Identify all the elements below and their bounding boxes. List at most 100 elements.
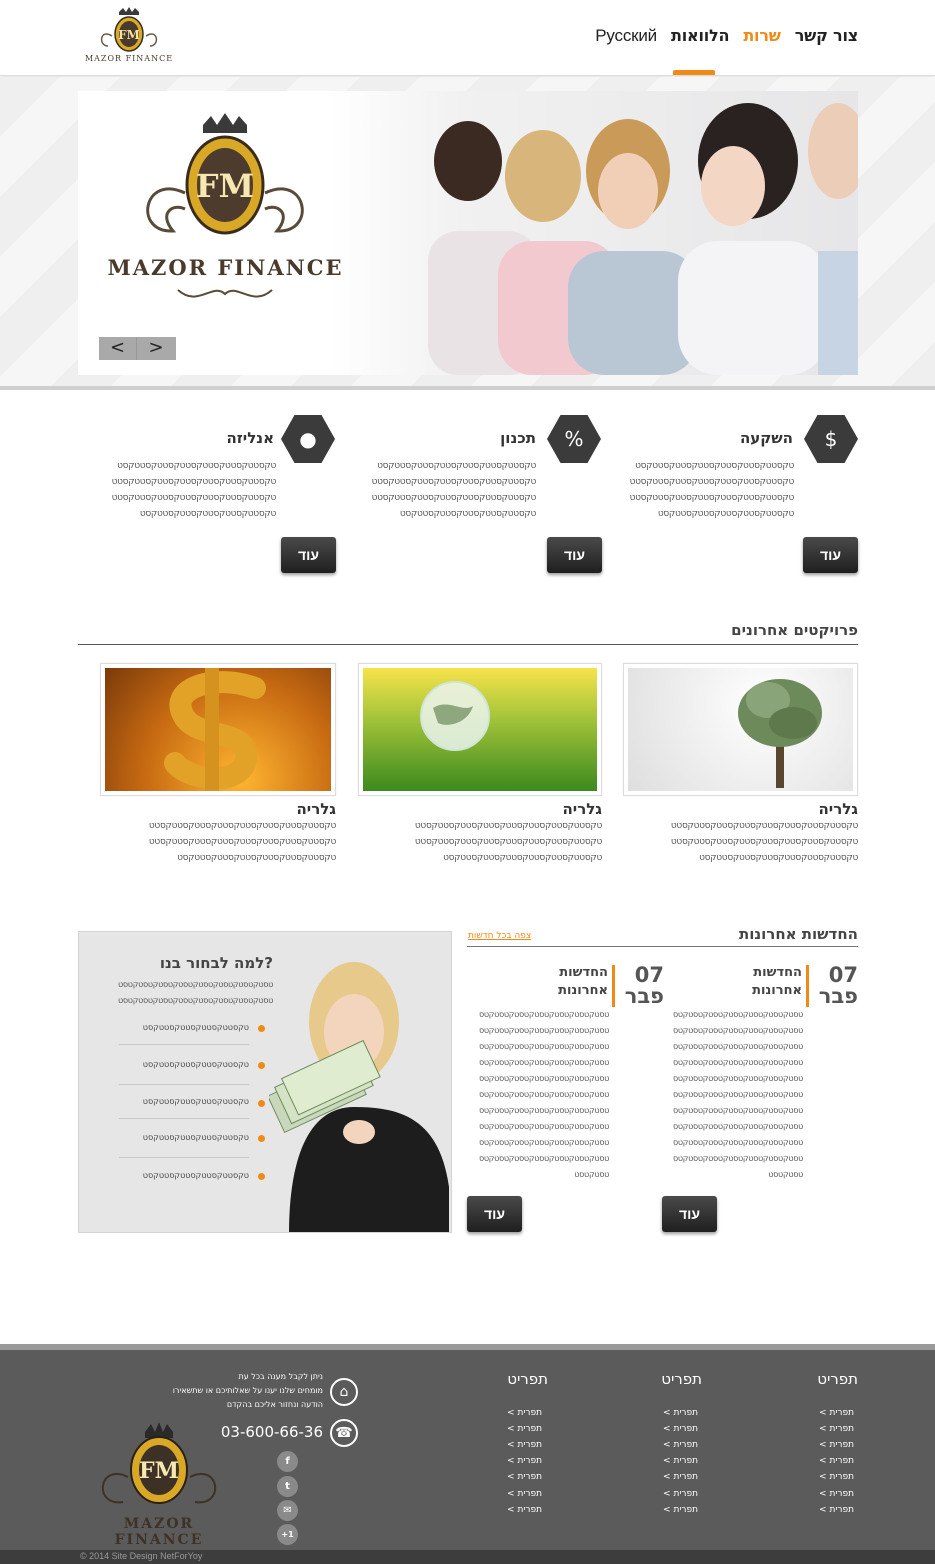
nav-russian[interactable]: Русский xyxy=(595,26,657,46)
footer-link[interactable]: תפרית > xyxy=(624,1472,698,1482)
news-item-text: טסטקטסטקטסטקטסטקטסטקטסטקטס טסטקטסטקטסטקטס… xyxy=(478,1010,609,1179)
footer-link[interactable]: תפרית > xyxy=(780,1456,854,1466)
bullet-divider xyxy=(119,1044,249,1045)
news-more-button[interactable]: עוד xyxy=(662,1196,717,1232)
news-month: פבר xyxy=(624,984,664,1008)
why-bullet-text: טקסטטקסטטקסטטקסטטקסט xyxy=(142,1133,249,1142)
news-month: פבר xyxy=(818,984,858,1008)
news-title: החדשות אחרונות xyxy=(738,925,858,943)
news-day: 07 xyxy=(828,963,858,987)
hero-slider: FM MAZOR FINANCE < > xyxy=(78,91,858,375)
feature-title: אנליזה xyxy=(226,429,274,447)
footer-link[interactable]: תפרית > xyxy=(468,1456,542,1466)
bullet-dot xyxy=(258,1135,265,1142)
header-logo[interactable]: FM MAZOR FINANCE xyxy=(82,6,176,70)
feature-more-button[interactable]: עוד xyxy=(803,537,858,573)
why-intro: טסטקטסטקטסטקטסטקטסטקטסטקטסטקטסט טסטקטסטקט… xyxy=(118,980,273,1005)
site-footer: תפריט תפרית > תפרית > תפרית > תפרית > תפ… xyxy=(0,1344,935,1564)
news-day: 07 xyxy=(634,963,664,987)
nav-loans[interactable]: הלוואות xyxy=(671,26,730,46)
slider-logo-text: MAZOR FINANCE xyxy=(107,255,344,280)
bullet-dot xyxy=(258,1062,265,1069)
project-title[interactable]: גלריה xyxy=(238,800,336,818)
why-bullet-text: טקסטטקסטטקסטטקסטטקסט xyxy=(142,1097,249,1106)
calculator-icon: % xyxy=(547,415,601,463)
slider-photo xyxy=(328,91,858,375)
project-title[interactable]: גלריה xyxy=(760,800,858,818)
feature-text: טקסטטקסטטקסטטקסטטקסטטקסטטקסט טקסטטקסטטקסט… xyxy=(629,461,795,519)
footer-logo[interactable]: FM MAZOR FINANCE xyxy=(78,1422,240,1548)
nav-contact[interactable]: צור קשר xyxy=(795,26,858,46)
news-item-title[interactable]: החדשות אחרונות xyxy=(720,964,802,1000)
slider-prev-button[interactable]: < xyxy=(99,337,137,360)
footer-link[interactable]: תפרית > xyxy=(780,1472,854,1482)
footer-link[interactable]: תפרית > xyxy=(624,1424,698,1434)
footer-link[interactable]: תפרית > xyxy=(468,1489,542,1499)
footer-link[interactable]: תפרית > xyxy=(780,1505,854,1515)
why-bullet-text: טקסטטקסטטקסטטקסטטקסט xyxy=(142,1171,249,1180)
bullet-divider xyxy=(119,1084,249,1085)
project-thumbnail[interactable] xyxy=(358,663,602,796)
why-choose-us-box: למה לבחור בנו? טסטקטסטקטסטקטסטקטסטקטסטקט… xyxy=(78,931,452,1233)
piggy-bank-icon: ● xyxy=(281,415,335,463)
footer-link[interactable]: תפרית > xyxy=(780,1489,854,1499)
project-thumbnail[interactable] xyxy=(100,663,336,796)
news-view-all-link[interactable]: צפה בכל חדשות xyxy=(468,931,531,941)
facebook-icon[interactable]: f xyxy=(277,1451,298,1472)
footer-link[interactable]: תפרית > xyxy=(624,1505,698,1515)
feature-title: תכנון xyxy=(500,429,536,447)
svg-text:FM: FM xyxy=(118,28,140,42)
nav-active-indicator xyxy=(673,70,715,75)
main-nav: צור קשר שרות הלוואות Русский xyxy=(595,26,858,46)
crown-crest-icon: FM xyxy=(146,113,304,235)
footer-column-title: תפריט xyxy=(817,1370,858,1388)
footer-link[interactable]: תפרית > xyxy=(468,1505,542,1515)
news-item-text: טסטקטסטקטסטקטסטקטסטקטסטקטס טסטקטסטקטסטקטס… xyxy=(672,1010,803,1179)
news-item-title[interactable]: החדשות אחרונות xyxy=(526,964,608,1000)
footer-link[interactable]: תפרית > xyxy=(780,1440,854,1450)
footer-link[interactable]: תפרית > xyxy=(624,1440,698,1450)
why-bullet-text: טקסטטקסטטקסטטקסטטקסט xyxy=(142,1060,249,1069)
twitter-icon[interactable]: t xyxy=(277,1476,298,1497)
project-text: טקסטטקסטטקסטטקסטטקסטטקסטטקסטטקסטט טקסטטקס… xyxy=(148,821,336,863)
slider-controls: < > xyxy=(99,337,176,360)
why-bullet-text: טקסטטקסטטקסטטקסטטקסט xyxy=(142,1023,249,1032)
footer-link[interactable]: תפרית > xyxy=(468,1424,542,1434)
footer-copyright: © 2014 Site Design NetForYoy xyxy=(80,1551,203,1561)
feature-title: השקעה xyxy=(739,429,793,447)
footer-link[interactable]: תפרית > xyxy=(624,1489,698,1499)
news-divider xyxy=(467,946,858,947)
footer-column-title: תפריט xyxy=(507,1370,548,1388)
golden-dollar-image xyxy=(105,668,331,791)
nav-services[interactable]: שרות xyxy=(743,26,781,46)
footer-link[interactable]: תפרית > xyxy=(468,1408,542,1418)
money-bag-icon: $ xyxy=(804,415,858,463)
email-icon[interactable]: ✉ xyxy=(277,1500,298,1521)
google-plus-icon[interactable]: +1 xyxy=(277,1524,298,1545)
ornament-icon xyxy=(177,289,273,298)
phone-icon: ☎ xyxy=(330,1419,358,1447)
footer-link[interactable]: תפרית > xyxy=(624,1456,698,1466)
footer-link[interactable]: תפרית > xyxy=(468,1440,542,1450)
slider-next-button[interactable]: > xyxy=(137,337,175,360)
home-icon: ⌂ xyxy=(330,1378,358,1406)
woman-with-money-illustration xyxy=(267,957,451,1232)
feature-more-button[interactable]: עוד xyxy=(281,537,336,573)
footer-link[interactable]: תפרית > xyxy=(624,1408,698,1418)
footer-link[interactable]: תפרית > xyxy=(780,1408,854,1418)
footer-copyright-bar: © 2014 Site Design NetForYoy xyxy=(0,1550,935,1564)
project-title[interactable]: גלריה xyxy=(504,800,602,818)
glass-globe-image xyxy=(363,668,597,791)
news-more-button[interactable]: עוד xyxy=(467,1196,522,1232)
project-text: טקסטטקסטטקסטטקסטטקסטטקסטטקסטטקסטט טקסטטקס… xyxy=(414,821,602,863)
header-logo-text: MAZOR FINANCE xyxy=(84,54,174,63)
project-thumbnail[interactable] xyxy=(623,663,858,796)
bullet-dot xyxy=(258,1173,265,1180)
footer-link[interactable]: תפרית > xyxy=(468,1472,542,1482)
svg-text:FM: FM xyxy=(196,167,254,205)
bullet-dot xyxy=(258,1100,265,1107)
footer-column-title: תפריט xyxy=(661,1370,702,1388)
feature-text: טקסטטקסטטקסטטקסטטקסטטקסטטקסט טקסטטקסטטקסט… xyxy=(371,461,537,519)
feature-more-button[interactable]: עוד xyxy=(547,537,602,573)
footer-link[interactable]: תפרית > xyxy=(780,1424,854,1434)
